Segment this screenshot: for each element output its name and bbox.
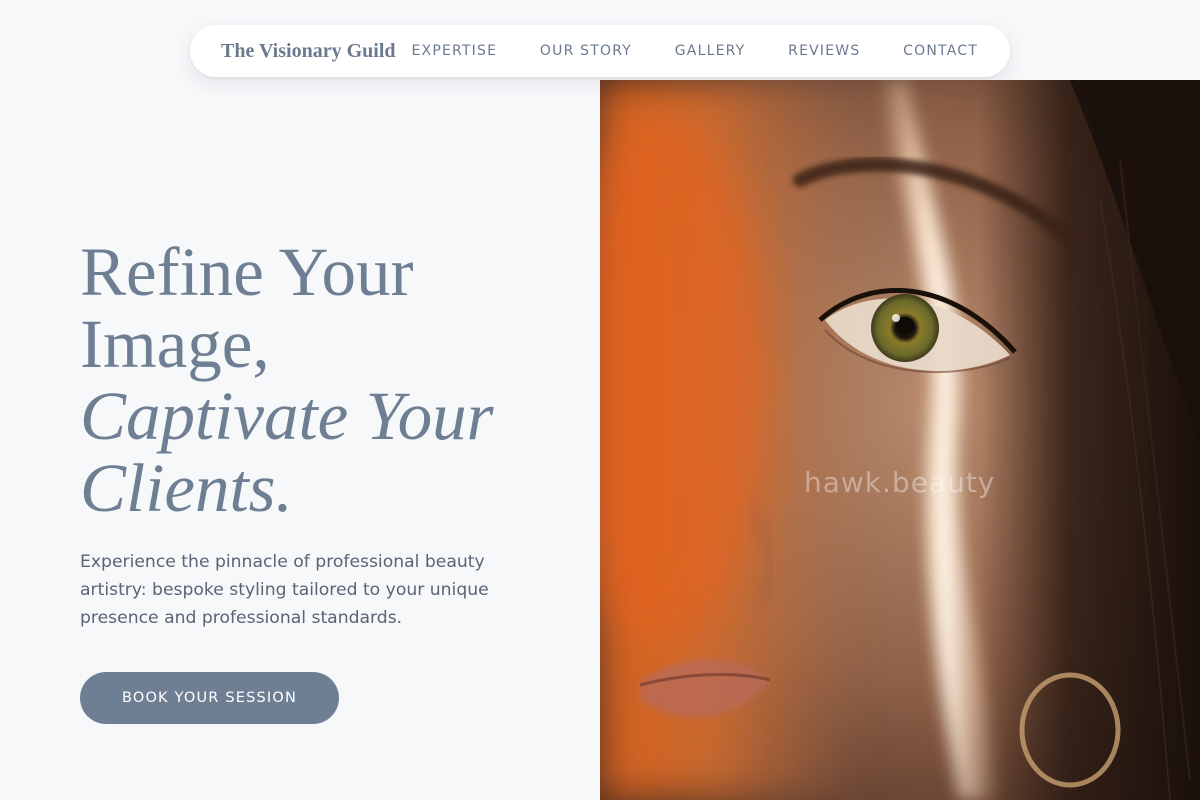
book-session-button[interactable]: BOOK YOUR SESSION xyxy=(80,672,339,724)
nav-link-our-story[interactable]: OUR STORY xyxy=(540,43,632,59)
nav-link-reviews[interactable]: REVIEWS xyxy=(788,43,860,59)
nav-links: EXPERTISE OUR STORY GALLERY REVIEWS CONT… xyxy=(412,43,979,59)
headline-line-3: Captivate Your xyxy=(80,378,494,454)
nav-link-expertise[interactable]: EXPERTISE xyxy=(412,43,498,59)
hero-portrait-image: hawk.beauty xyxy=(600,80,1200,800)
nav-link-contact[interactable]: CONTACT xyxy=(903,43,978,59)
headline-line-4: Clients. xyxy=(80,450,293,526)
headline-line-1: Refine Your xyxy=(80,234,414,310)
top-navigation: The Visionary Guild EXPERTISE OUR STORY … xyxy=(190,25,1010,77)
landing-page: The Visionary Guild EXPERTISE OUR STORY … xyxy=(0,0,1200,800)
hero-subtext: Experience the pinnacle of professional … xyxy=(80,552,489,628)
nav-link-gallery[interactable]: GALLERY xyxy=(675,43,746,59)
headline-line-2: Image, xyxy=(80,306,270,382)
portrait-illustration xyxy=(600,80,1200,800)
image-watermark: hawk.beauty xyxy=(804,466,996,499)
brand-logo[interactable]: The Visionary Guild xyxy=(221,40,396,63)
hero-headline: Refine Your Image, Captivate Your Client… xyxy=(80,236,580,524)
